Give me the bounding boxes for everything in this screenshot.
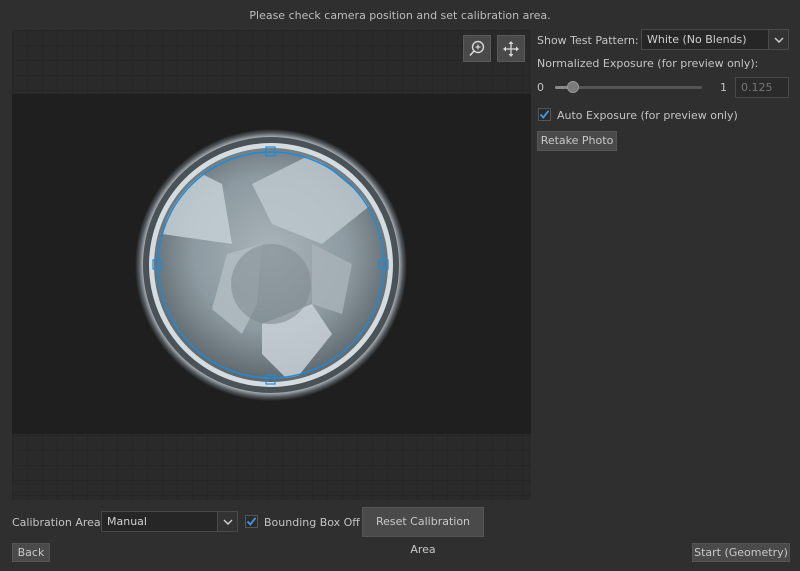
exposure-value-field[interactable]: 0.125: [735, 77, 789, 98]
auto-exposure-checkbox[interactable]: [538, 108, 551, 121]
exposure-max-label: 1: [720, 81, 727, 94]
pan-button[interactable]: [497, 35, 525, 62]
bounding-box-checkbox[interactable]: [245, 515, 258, 528]
calibration-area-select[interactable]: Manual: [101, 511, 238, 532]
auto-exposure-label: Auto Exposure (for preview only): [557, 109, 738, 122]
chevron-down-icon: [768, 30, 788, 49]
fisheye-image: [135, 129, 407, 401]
test-pattern-select[interactable]: White (No Blends): [641, 29, 789, 50]
test-pattern-label: Show Test Pattern:: [537, 34, 639, 47]
chevron-down-icon: [217, 512, 237, 531]
move-icon: [503, 40, 519, 57]
start-geometry-button[interactable]: Start (Geometry): [692, 543, 790, 562]
test-pattern-value: White (No Blends): [647, 33, 747, 46]
zoom-in-button[interactable]: [463, 35, 491, 62]
bounding-box-label: Bounding Box Off: [264, 516, 360, 529]
checkmark-icon: [246, 517, 257, 526]
calibration-area-label: Calibration Area:: [12, 516, 105, 529]
calibration-area-value: Manual: [107, 515, 147, 528]
camera-photo: [12, 94, 531, 434]
checkmark-icon: [539, 110, 550, 119]
exposure-min-label: 0: [537, 81, 544, 94]
instruction-text: Please check camera position and set cal…: [249, 9, 551, 22]
exposure-slider-thumb[interactable]: [567, 81, 580, 93]
camera-preview[interactable]: [12, 30, 531, 500]
zoom-in-icon: [469, 40, 485, 56]
retake-photo-button[interactable]: Retake Photo: [537, 131, 617, 151]
exposure-label: Normalized Exposure (for preview only):: [537, 57, 759, 70]
exposure-slider[interactable]: [555, 81, 702, 93]
reset-calibration-button[interactable]: Reset Calibration Area: [362, 507, 484, 556]
back-button[interactable]: Back: [12, 543, 50, 562]
